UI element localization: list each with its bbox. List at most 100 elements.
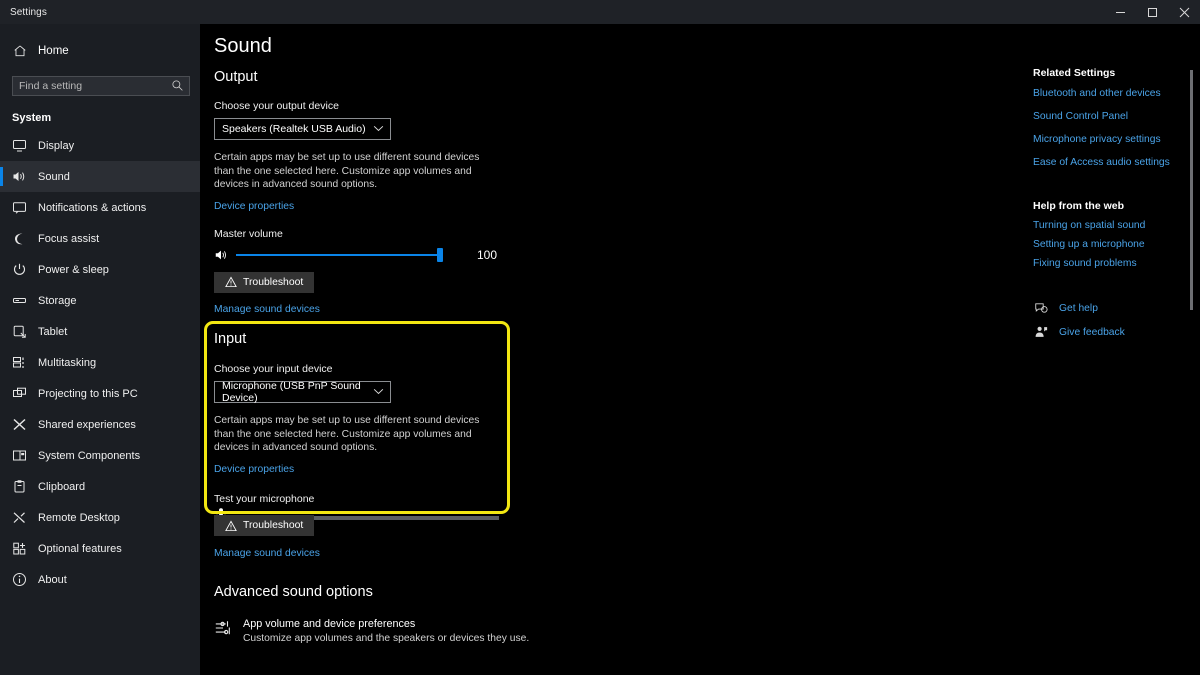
output-heading: Output: [214, 69, 258, 85]
sidebar-item-tablet[interactable]: Tablet: [0, 316, 200, 347]
input-device-value: Microphone (USB PnP Sound Device): [222, 380, 361, 404]
master-volume-row: 100: [214, 247, 498, 262]
info-icon: [12, 572, 27, 587]
output-troubleshoot-button[interactable]: Troubleshoot: [214, 271, 315, 293]
search-container: [12, 76, 190, 96]
get-help-row[interactable]: Get help: [1033, 301, 1193, 315]
sidebar-section-system: System: [12, 112, 52, 124]
sidebar-item-shared-experiences[interactable]: Shared experiences: [0, 409, 200, 440]
sidebar-item-storage[interactable]: Storage: [0, 285, 200, 316]
sidebar-item-label: Optional features: [38, 542, 122, 555]
related-settings-links: Bluetooth and other devices Sound Control…: [1033, 88, 1193, 168]
output-note: Certain apps may be set up to use differ…: [214, 152, 480, 190]
input-device-label: Choose your input device: [214, 363, 333, 375]
input-device-dropdown[interactable]: Microphone (USB PnP Sound Device): [214, 380, 391, 404]
get-help-icon: [1033, 301, 1049, 315]
sidebar-home-label: Home: [38, 45, 69, 57]
sidebar-item-power-sleep[interactable]: Power & sleep: [0, 254, 200, 285]
minimize-button[interactable]: [1104, 0, 1136, 24]
components-icon: [12, 448, 27, 463]
monitor-icon: [12, 138, 27, 153]
input-device-properties-link[interactable]: Device properties: [214, 464, 294, 475]
sidebar-item-label: Multitasking: [38, 356, 97, 369]
sidebar-nav-list: Display Sound Notifications & actions Focus…: [0, 130, 200, 595]
clipboard-icon: [12, 479, 27, 494]
advanced-heading: Advanced sound options: [214, 584, 373, 600]
rail-link[interactable]: Bluetooth and other devices: [1033, 88, 1193, 99]
rail-link[interactable]: Fixing sound problems: [1033, 258, 1193, 269]
navigation-sidebar: Home System Display Sound Notifications & …: [0, 24, 200, 675]
help-from-web-links: Turning on spatial sound Setting up a mic…: [1033, 220, 1193, 269]
input-note: Certain apps may be set up to use differ…: [214, 415, 480, 453]
sidebar-item-label: Projecting to this PC: [38, 387, 138, 400]
app-volume-subtitle: Customize app volumes and the speakers o…: [243, 633, 530, 644]
sidebar-item-label: Shared experiences: [38, 418, 136, 431]
rail-link[interactable]: Turning on spatial sound: [1033, 220, 1193, 231]
sidebar-item-remote-desktop[interactable]: Remote Desktop: [0, 502, 200, 533]
master-volume-slider[interactable]: [236, 247, 443, 262]
optional-features-icon: [12, 541, 27, 556]
rail-link[interactable]: Ease of Access audio settings: [1033, 157, 1193, 168]
test-microphone-label: Test your microphone: [214, 492, 315, 505]
warning-icon: [225, 519, 237, 532]
volume-speaker-icon: [214, 248, 228, 262]
sidebar-item-label: Power & sleep: [38, 263, 109, 276]
app-volume-preferences-item[interactable]: App volume and device preferences Custom…: [214, 618, 529, 644]
main-content: Sound Output Choose your output device S…: [200, 24, 1200, 675]
give-feedback-link[interactable]: Give feedback: [1059, 327, 1125, 338]
notification-icon: [12, 200, 27, 215]
maximize-button[interactable]: [1136, 0, 1168, 24]
search-input[interactable]: [12, 76, 190, 96]
speaker-icon: [12, 169, 27, 184]
sidebar-item-sound[interactable]: Sound: [0, 161, 200, 192]
rail-link[interactable]: Sound Control Panel: [1033, 111, 1193, 122]
rail-link[interactable]: Setting up a microphone: [1033, 239, 1193, 250]
input-troubleshoot-button[interactable]: Troubleshoot: [214, 515, 315, 536]
sidebar-item-notifications-actions[interactable]: Notifications & actions: [0, 192, 200, 223]
sidebar-item-label: About: [38, 573, 67, 586]
sidebar-item-optional-features[interactable]: Optional features: [0, 533, 200, 564]
title-bar: Settings: [0, 0, 1200, 24]
slider-fill: [236, 253, 440, 256]
get-help-link[interactable]: Get help: [1059, 303, 1098, 314]
window-controls: [1104, 0, 1200, 24]
slider-thumb[interactable]: [437, 247, 443, 262]
multitasking-icon: [12, 355, 27, 370]
give-feedback-row[interactable]: Give feedback: [1033, 325, 1193, 339]
close-button[interactable]: [1168, 0, 1200, 24]
output-troubleshoot-label: Troubleshoot: [243, 276, 304, 288]
sidebar-item-home[interactable]: Home: [0, 36, 200, 66]
power-icon: [12, 262, 27, 277]
output-manage-sound-devices-link[interactable]: Manage sound devices: [214, 304, 320, 315]
sidebar-item-system-components[interactable]: System Components: [0, 440, 200, 471]
sidebar-item-focus-assist[interactable]: Focus assist: [0, 223, 200, 254]
sidebar-item-label: Sound: [38, 170, 70, 183]
remote-desktop-icon: [12, 510, 27, 525]
output-device-dropdown[interactable]: Speakers (Realtek USB Audio): [214, 118, 391, 140]
projecting-icon: [12, 386, 27, 401]
sidebar-item-label: System Components: [38, 449, 141, 462]
sidebar-item-multitasking[interactable]: Multitasking: [0, 347, 200, 378]
sidebar-item-projecting-to-this-pc[interactable]: Projecting to this PC: [0, 378, 200, 409]
warning-icon: [225, 276, 237, 288]
window-title: Settings: [10, 6, 47, 18]
sidebar-item-label: Clipboard: [38, 480, 86, 493]
master-volume-value: 100: [477, 247, 498, 262]
sidebar-item-display[interactable]: Display: [0, 130, 200, 161]
content-scrollbar[interactable]: [1190, 70, 1193, 310]
sidebar-item-label: Remote Desktop: [38, 511, 120, 524]
sidebar-item-clipboard[interactable]: Clipboard: [0, 471, 200, 502]
help-from-web-heading: Help from the web: [1033, 200, 1125, 212]
output-device-properties-link[interactable]: Device properties: [214, 201, 294, 212]
home-icon: [12, 44, 27, 58]
input-heading: Input: [214, 331, 247, 347]
input-manage-sound-devices-link[interactable]: Manage sound devices: [214, 548, 320, 559]
sidebar-item-label: Notifications & actions: [38, 201, 147, 214]
shared-icon: [12, 417, 27, 432]
sidebar-item-about[interactable]: About: [0, 564, 200, 595]
rail-link[interactable]: Microphone privacy settings: [1033, 134, 1193, 145]
input-actions: Troubleshoot Manage sound devices: [214, 515, 320, 561]
related-settings-heading: Related Settings: [1033, 67, 1116, 79]
output-section: Output Choose your output device Speaker…: [214, 69, 497, 317]
settings-window: Settings Home System: [0, 0, 1200, 675]
